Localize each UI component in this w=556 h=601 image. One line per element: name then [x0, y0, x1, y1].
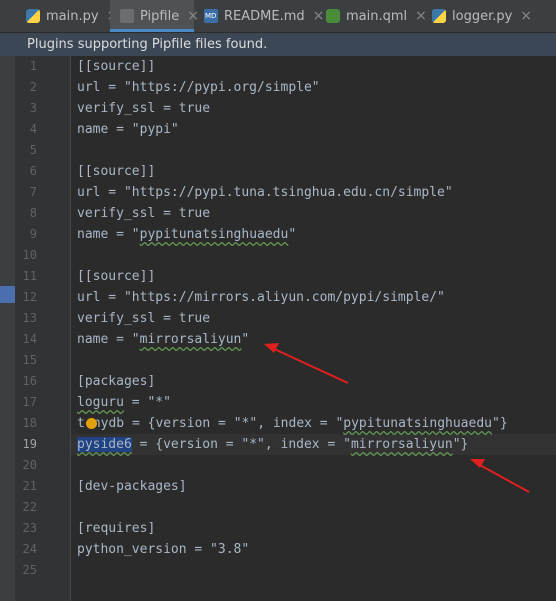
code-line-18: t nydb = {version = "*", index = "pypitun… — [77, 413, 508, 434]
code-token: = "*" — [123, 395, 171, 410]
line-number: 9 — [29, 227, 37, 241]
line-number: 4 — [29, 122, 37, 136]
line-number: 18 — [22, 416, 37, 430]
code-line-7: url = "https://pypi.tuna.tsinghua.edu.cn… — [77, 185, 453, 200]
line-number: 13 — [22, 311, 37, 325]
plugin-notification-bar: Plugins supporting Pipfile files found. — [0, 33, 556, 56]
code-line-17: loguru = "*" — [77, 392, 171, 413]
code-token: " — [241, 332, 250, 347]
line-number: 25 — [22, 563, 37, 577]
line-number: 22 — [22, 500, 37, 514]
code-line-6: [[source]] — [77, 164, 156, 179]
line-number: 3 — [29, 101, 37, 115]
line-number: 12 — [22, 290, 37, 304]
line-number: 20 — [22, 458, 37, 472]
spelling-typo-token: mirrorsaliyun — [350, 437, 453, 452]
pipfile-icon — [120, 9, 134, 23]
tab-pipfile[interactable]: Pipfile × — [110, 0, 199, 32]
code-token: t — [77, 416, 85, 431]
line-number: 6 — [29, 164, 37, 178]
code-line-2: url = "https://pypi.org/simple" — [77, 80, 320, 95]
spelling-typo-token: loguru — [77, 395, 124, 410]
code-token: nydb = {version = "*", index = " — [92, 416, 344, 431]
line-number: 14 — [22, 332, 37, 346]
code-line-19: pyside6 = {version = "*", index = "mirro… — [77, 434, 468, 455]
line-number: 24 — [22, 542, 37, 556]
line-number: 8 — [29, 206, 37, 220]
code-line-24: python_version = "3.8" — [77, 542, 250, 557]
spelling-typo-token: mirrorsaliyun — [139, 332, 242, 347]
line-number-current: 19 — [22, 437, 37, 451]
code-token: = {version = "*", index = " — [131, 437, 351, 452]
line-number: 1 — [29, 59, 37, 73]
tab-logger-py[interactable]: logger.py × — [426, 0, 554, 32]
code-token: " — [288, 227, 297, 242]
editor-tab-bar: main.py × Pipfile × README.md × main.qml… — [0, 0, 556, 33]
spelling-typo-token: pypitunatsinghuaedu — [139, 227, 289, 242]
python-file-icon — [432, 9, 446, 23]
line-number: 16 — [22, 374, 37, 388]
code-line-13: verify_ssl = true — [77, 311, 211, 326]
line-number: 17 — [22, 395, 37, 409]
line-number: 2 — [29, 80, 37, 94]
spelling-typo-token: pypitunatsinghuaedu — [343, 416, 492, 431]
tab-label: main.py — [46, 8, 99, 24]
code-line-4: name = "pypi" — [77, 122, 179, 137]
code-token: "} — [452, 437, 469, 452]
tab-main-qml[interactable]: main.qml × — [316, 0, 427, 32]
code-editor[interactable]: [[source]] url = "https://pypi.org/simpl… — [71, 56, 556, 601]
line-number: 21 — [22, 479, 37, 493]
code-token: name = " — [77, 227, 140, 242]
qml-file-icon — [326, 9, 340, 23]
line-number: 5 — [29, 143, 37, 157]
line-number: 23 — [22, 521, 37, 535]
code-token: "} — [492, 416, 508, 431]
code-line-16: [packages] — [77, 374, 156, 389]
code-line-21: [dev-packages] — [77, 479, 187, 494]
code-line-3: verify_ssl = true — [77, 101, 211, 116]
line-number: 7 — [29, 185, 37, 199]
code-line-8: verify_ssl = true — [77, 206, 211, 221]
selected-token: pyside6 — [77, 437, 132, 452]
code-line-1: [[source]] — [77, 59, 156, 74]
code-line-14: name = "mirrorsaliyun" — [77, 329, 249, 350]
code-token: name = " — [77, 332, 140, 347]
markdown-file-icon — [204, 9, 218, 23]
line-number: 11 — [22, 269, 37, 283]
tab-label: Pipfile — [140, 8, 180, 24]
tab-label: main.qml — [346, 8, 408, 24]
close-tab-icon[interactable]: × — [520, 8, 532, 24]
line-number-gutter: 1 2 3 4 5 6 7 8 9 10 11 12 13 14 15 16 1… — [15, 56, 70, 601]
tab-label: logger.py — [452, 8, 513, 24]
code-line-9: name = "pypitunatsinghuaedu" — [77, 224, 296, 245]
python-file-icon — [26, 9, 40, 23]
tab-label: README.md — [224, 8, 305, 24]
intention-bulb-icon[interactable] — [86, 418, 97, 429]
code-line-11: [[source]] — [77, 269, 156, 284]
code-line-12: url = "https://mirrors.aliyun.com/pypi/s… — [77, 290, 445, 305]
code-line-23: [requires] — [77, 521, 156, 536]
tab-readme-md[interactable]: README.md × — [196, 0, 324, 32]
line-number: 10 — [22, 248, 37, 262]
line-number: 15 — [22, 353, 37, 367]
tab-main-py[interactable]: main.py × — [0, 0, 118, 32]
